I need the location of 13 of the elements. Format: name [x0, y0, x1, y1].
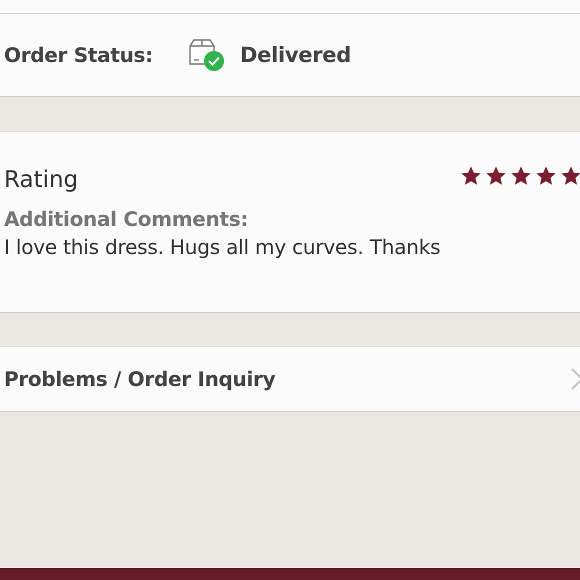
inquiry-row[interactable]: Problems / Order Inquiry: [0, 346, 580, 412]
inquiry-label: Problems / Order Inquiry: [4, 367, 276, 391]
rating-title: Rating: [4, 167, 78, 193]
star-icon: [510, 165, 532, 187]
star-icon: [560, 165, 580, 187]
star-icon: [485, 165, 507, 187]
star-icon: [535, 165, 557, 187]
star-icon: [460, 165, 482, 187]
chevron-right-icon: [570, 367, 580, 391]
comments-label: Additional Comments:: [4, 207, 250, 231]
order-status-label: Order Status:: [4, 43, 154, 67]
comment-text: I love this dress. Hugs all my curves. Thanks: [4, 235, 442, 259]
order-status-value: Delivered: [240, 43, 351, 67]
